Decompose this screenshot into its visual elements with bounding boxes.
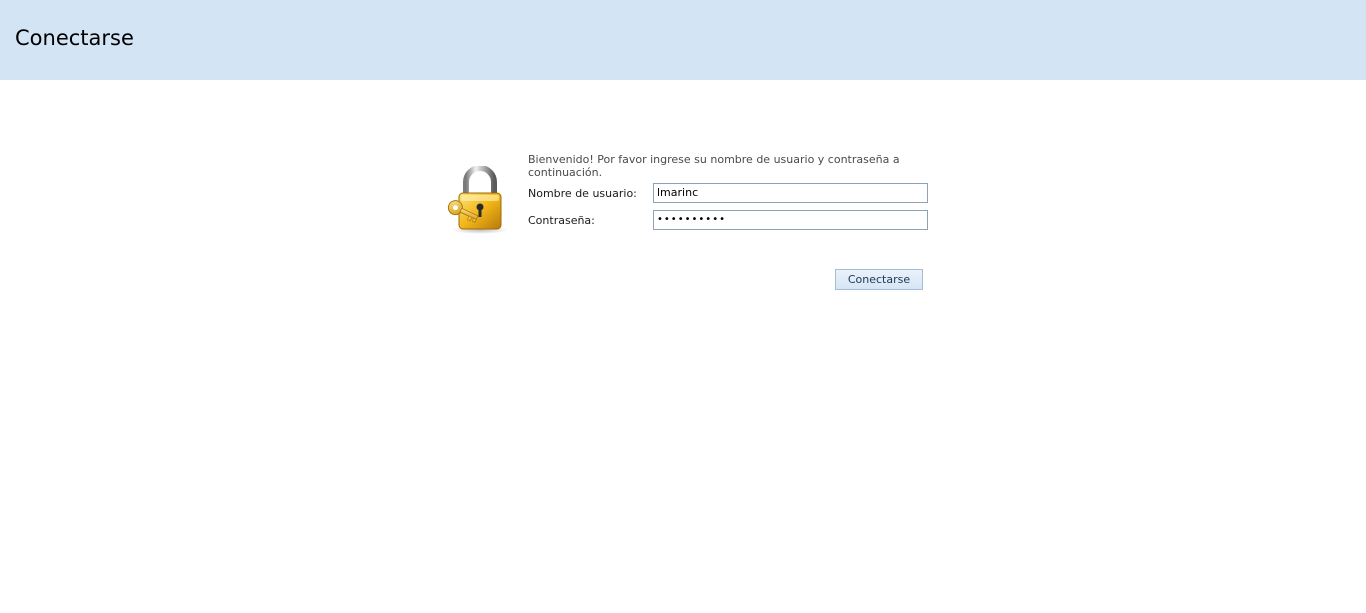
password-field[interactable]	[653, 210, 928, 230]
password-label: Contraseña:	[528, 214, 595, 227]
page-header: Conectarse	[0, 0, 1366, 80]
welcome-message: Bienvenido! Por favor ingrese su nombre …	[528, 153, 900, 179]
username-field[interactable]	[653, 183, 928, 203]
page-title: Conectarse	[15, 26, 134, 50]
lock-with-key-icon	[444, 165, 510, 236]
login-button[interactable]: Conectarse	[835, 269, 923, 290]
username-label: Nombre de usuario:	[528, 187, 637, 200]
login-panel: Bienvenido! Por favor ingrese su nombre …	[440, 150, 940, 310]
